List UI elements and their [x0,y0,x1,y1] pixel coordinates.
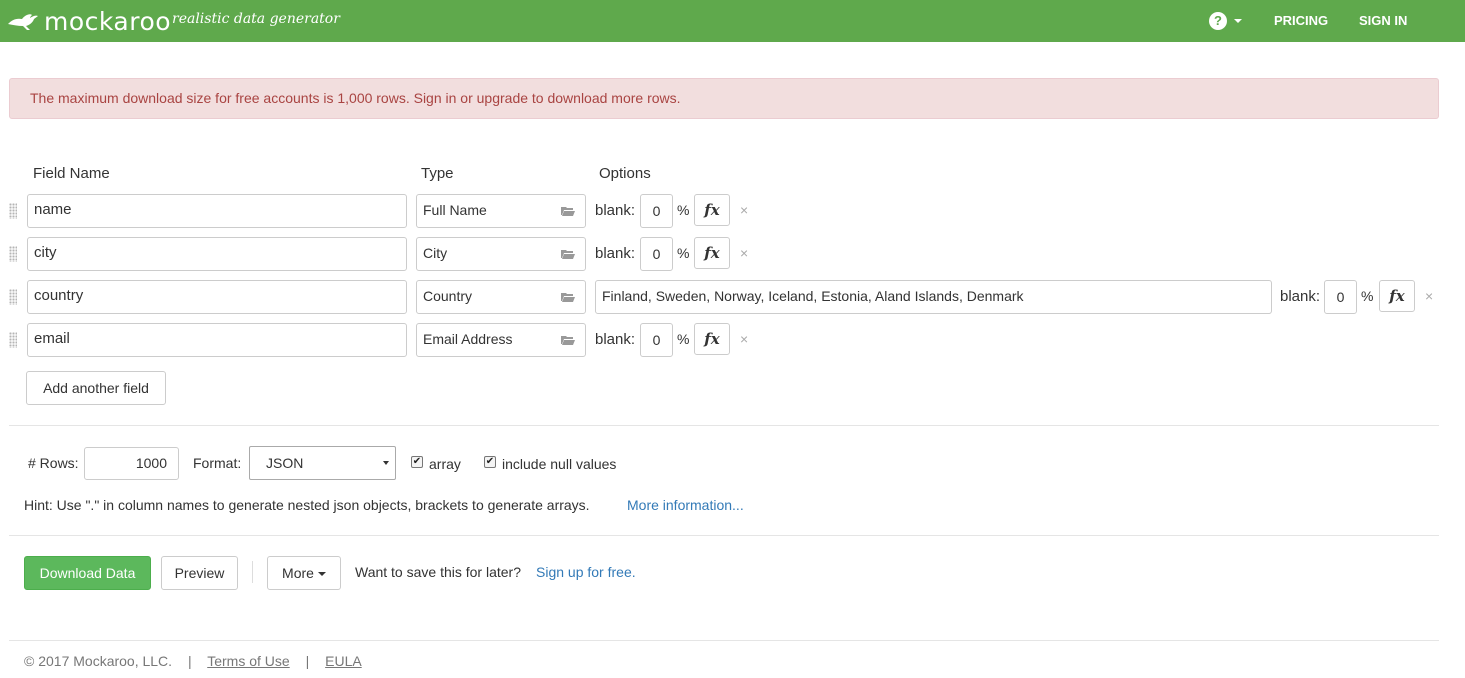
divider [9,425,1439,426]
field-name-header: Field Name [33,165,110,182]
null-values-label: include null values [502,456,617,472]
percent-sign: % [677,331,690,347]
null-values-checkbox[interactable]: ✔ [484,456,496,468]
divider [252,561,253,583]
tagline: realistic data generator [172,11,340,27]
footer-separator: | [305,653,310,669]
field-row: country Country Finland, Sweden, Norway,… [0,280,1465,314]
divider [9,640,1439,641]
type-label: Full Name [423,202,487,218]
add-field-button[interactable]: Add another field [26,371,166,405]
blank-percent-input[interactable]: 0 [640,194,673,228]
terms-link[interactable]: Terms of Use [207,653,289,669]
blank-label: blank: [1280,288,1321,305]
footer-separator: | [187,653,192,669]
remove-field-icon[interactable]: × [740,202,748,218]
drag-handle-icon[interactable] [9,289,17,305]
formula-button[interactable]: fx [694,237,730,269]
field-row: email Email Address blank: 0 % fx × [0,323,1465,357]
signup-link[interactable]: Sign up for free. [536,564,636,580]
caret-down-icon [317,572,326,577]
drag-handle-icon[interactable] [9,203,17,219]
blank-label: blank: [595,331,636,348]
array-label: array [429,456,461,472]
nav-pricing[interactable]: PRICING [1274,13,1328,28]
help-dropdown[interactable]: ? [1209,12,1242,30]
type-selector[interactable]: Full Name [416,194,586,228]
navbar: mockaroo realistic data generator ? PRIC… [0,0,1465,42]
brand-name: mockaroo [44,6,172,36]
preview-button[interactable]: Preview [161,556,238,590]
folder-open-icon [561,207,575,216]
brand-logo[interactable]: mockaroo [6,6,171,36]
format-value: JSON [266,455,304,471]
kangaroo-icon [8,14,38,30]
options-header: Options [599,165,651,182]
more-label: More [282,565,314,581]
formula-button[interactable]: fx [1379,280,1415,312]
save-prompt: Want to save this for later? [355,564,521,580]
eula-link[interactable]: EULA [325,653,362,669]
download-limit-alert: The maximum download size for free accou… [9,78,1439,119]
remove-field-icon[interactable]: × [740,245,748,261]
percent-sign: % [677,202,690,218]
more-information-link[interactable]: More information... [627,497,744,513]
formula-button[interactable]: fx [694,323,730,355]
rows-label: # Rows: [28,455,79,471]
percent-sign: % [677,245,690,261]
type-selector[interactable]: Country [416,280,586,314]
field-name-input[interactable]: city [27,237,407,271]
field-name-input[interactable]: country [27,280,407,314]
remove-field-icon[interactable]: × [1425,288,1433,304]
hint-text: Hint: Use "." in column names to generat… [24,497,590,513]
type-label: Country [423,288,473,304]
blank-percent-input[interactable]: 0 [640,323,673,357]
field-name-input[interactable]: email [27,323,407,357]
formula-button[interactable]: fx [694,194,730,226]
folder-open-icon [561,250,575,259]
nav-sign-in[interactable]: SIGN IN [1359,13,1407,28]
type-selector[interactable]: City [416,237,586,271]
field-row: city City blank: 0 % fx × [0,237,1465,271]
array-checkbox[interactable]: ✔ [411,456,423,468]
folder-open-icon [561,293,575,302]
field-row: name Full Name blank: 0 % fx × [0,194,1465,228]
question-circle-icon: ? [1209,12,1227,30]
more-dropdown-button[interactable]: More [267,556,341,590]
remove-field-icon[interactable]: × [740,331,748,347]
type-header: Type [421,165,454,182]
footer: © 2017 Mockaroo, LLC. | Terms of Use | E… [24,653,362,669]
format-select[interactable]: JSON [249,446,396,480]
download-data-button[interactable]: Download Data [24,556,151,590]
select-caret-icon [383,461,389,465]
blank-label: blank: [595,245,636,262]
type-label: City [423,245,448,261]
caret-down-icon [1234,19,1242,23]
format-label: Format: [193,455,242,471]
percent-sign: % [1361,288,1374,304]
folder-open-icon [561,336,575,345]
copyright: © 2017 Mockaroo, LLC. [24,653,173,669]
drag-handle-icon[interactable] [9,332,17,348]
field-name-input[interactable]: name [27,194,407,228]
type-label: Email Address [423,331,513,347]
country-options-input[interactable]: Finland, Sweden, Norway, Iceland, Estoni… [595,280,1272,314]
type-selector[interactable]: Email Address [416,323,586,357]
blank-percent-input[interactable]: 0 [1324,280,1357,314]
blank-percent-input[interactable]: 0 [640,237,673,271]
blank-label: blank: [595,202,636,219]
rows-input[interactable]: 1000 [84,447,179,480]
drag-handle-icon[interactable] [9,246,17,262]
divider [9,535,1439,536]
